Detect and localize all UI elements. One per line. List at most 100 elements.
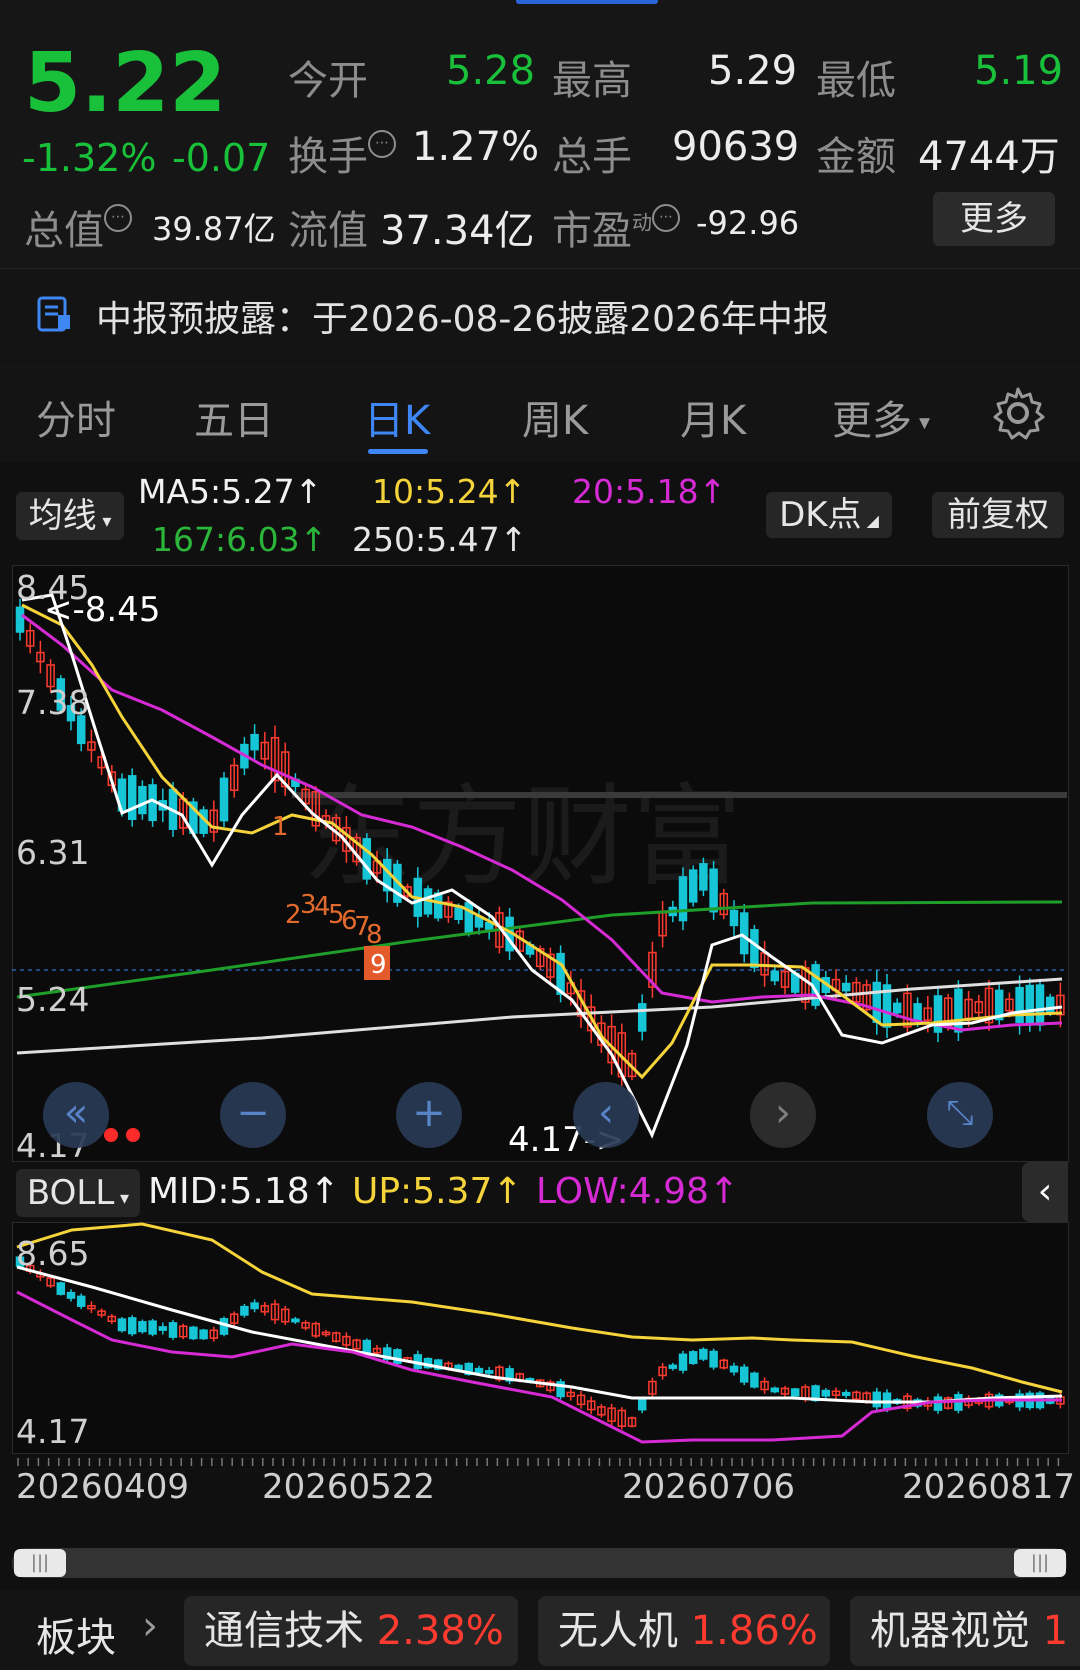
fullscreen-icon[interactable]: ⤡ — [927, 1082, 993, 1148]
tab-weekly-k[interactable]: 周K — [522, 388, 588, 446]
float-value: 37.34亿 — [380, 208, 535, 254]
candle — [393, 1349, 402, 1365]
sector-chip[interactable]: 无人机 1.86% — [538, 1596, 830, 1666]
candle — [138, 785, 147, 815]
sector-chip[interactable]: 通信技术 2.38% — [184, 1596, 518, 1666]
volume-label: 总手 — [552, 134, 632, 180]
change-pct: -1.32% — [22, 136, 157, 180]
candle — [709, 868, 718, 913]
scroll-left-icon[interactable]: « — [43, 1082, 109, 1148]
candle — [138, 1321, 147, 1333]
candle — [15, 606, 25, 633]
ma250-label: 250:5.47↑ — [352, 520, 528, 559]
candle — [709, 1350, 718, 1368]
candle — [739, 912, 749, 955]
ma-select[interactable]: 均线 ▾ — [16, 492, 124, 540]
candle — [66, 1291, 76, 1299]
high-value: 5.29 — [708, 48, 798, 94]
candle — [892, 1002, 902, 1014]
candle — [189, 1326, 198, 1340]
candle — [1025, 984, 1035, 1026]
candle — [1015, 986, 1024, 1024]
info-icon[interactable]: ⋯ — [368, 130, 396, 158]
date-ticks — [17, 1458, 1060, 1466]
candle — [1035, 984, 1045, 1026]
tab-underline — [368, 449, 428, 454]
candle — [240, 1305, 249, 1316]
pe-sup: 动 — [632, 210, 652, 235]
info-icon[interactable]: ⋯ — [104, 204, 132, 232]
candle — [362, 838, 372, 880]
range-scrollbar[interactable] — [12, 1548, 1067, 1578]
candle — [199, 1329, 208, 1340]
mktcap-label[interactable]: 总值 ⋯ — [24, 198, 132, 256]
tab-five-day[interactable]: 五日 — [194, 388, 274, 446]
dk-signal[interactable]: 1 — [272, 812, 289, 842]
candle — [750, 1372, 759, 1388]
red-dot — [104, 1128, 118, 1142]
candle — [433, 892, 443, 919]
boll-y-bottom: 4.17 — [16, 1412, 90, 1451]
candle — [729, 909, 739, 927]
range-handle-right[interactable]: ||| — [1014, 1549, 1066, 1577]
notice-text[interactable]: 中报预披露：于2026-08-26披露2026年中报 — [96, 290, 829, 342]
turnover-label[interactable]: 换手 ⋯ — [288, 124, 396, 182]
change-amount: -0.07 — [172, 136, 271, 180]
dk-signal[interactable]: 8 — [366, 920, 383, 950]
step-left-icon[interactable]: ‹ — [573, 1082, 639, 1148]
ma5-label: MA5:5.27↑ — [138, 472, 323, 511]
candle — [637, 1399, 647, 1411]
candle — [148, 1320, 157, 1335]
candle — [250, 1302, 259, 1310]
header-tab-indicator — [516, 0, 658, 4]
zoom-out-icon[interactable]: − — [220, 1082, 286, 1148]
collapse-icon[interactable]: ‹ — [1022, 1162, 1068, 1222]
boll-svg[interactable] — [12, 1222, 1068, 1454]
tab-more[interactable]: 更多 ▾ — [832, 388, 930, 446]
mktcap-value: 39.87亿 — [152, 210, 276, 248]
tab-monthly-k[interactable]: 月K — [680, 388, 746, 446]
max-price-marker: <-8.45 — [44, 590, 161, 630]
candle — [678, 876, 688, 922]
gear-icon[interactable] — [990, 385, 1046, 441]
turnover-value: 1.27% — [412, 124, 540, 170]
candle — [790, 1388, 800, 1397]
last-price: 5.22 — [24, 36, 227, 131]
candle — [219, 777, 229, 822]
float-label: 流值 — [288, 208, 368, 254]
date-label: 20260409 — [16, 1467, 190, 1507]
low-label: 最低 — [816, 58, 896, 104]
candle — [770, 1387, 780, 1393]
caret-down-icon: ▾ — [96, 511, 112, 532]
dk-point-button[interactable]: DK点 ◢ — [766, 492, 892, 538]
candle — [739, 1366, 749, 1383]
candle — [484, 1370, 494, 1374]
boll-select[interactable]: BOLL ▾ — [16, 1169, 140, 1217]
more-button[interactable]: 更多 — [933, 192, 1055, 246]
high-label: 最高 — [552, 58, 632, 104]
candle — [750, 929, 759, 969]
candle — [688, 869, 698, 903]
candle — [872, 981, 882, 1024]
range-handle-left[interactable]: ||| — [14, 1549, 66, 1577]
kline-svg[interactable]: 东方财富 1 2 3 4 5 6 7 8 9 — [12, 565, 1068, 1161]
sector-chip[interactable]: 机器视觉 1 — [850, 1596, 1080, 1666]
candle — [933, 1396, 943, 1411]
zoom-in-icon[interactable]: + — [396, 1082, 462, 1148]
boll-low: LOW:4.98↑ — [536, 1171, 740, 1212]
ma10-label: 10:5.24↑ — [372, 472, 527, 511]
candle — [668, 1364, 678, 1369]
pe-label[interactable]: 市盈动 ⋯ — [552, 198, 680, 256]
red-dot — [126, 1128, 140, 1142]
info-icon[interactable]: ⋯ — [652, 204, 680, 232]
adjust-button[interactable]: 前复权 — [932, 492, 1064, 538]
tab-daily-k[interactable]: 日K — [364, 388, 430, 446]
tab-intraday[interactable]: 分时 — [36, 388, 116, 446]
candle — [454, 907, 463, 920]
candle — [158, 1326, 168, 1331]
step-right-icon[interactable]: › — [750, 1082, 816, 1148]
candle — [474, 1367, 484, 1374]
chevron-right-icon[interactable]: › — [142, 1603, 158, 1649]
dk-signal[interactable]: 9 — [370, 950, 387, 980]
low-value: 5.19 — [974, 48, 1064, 94]
